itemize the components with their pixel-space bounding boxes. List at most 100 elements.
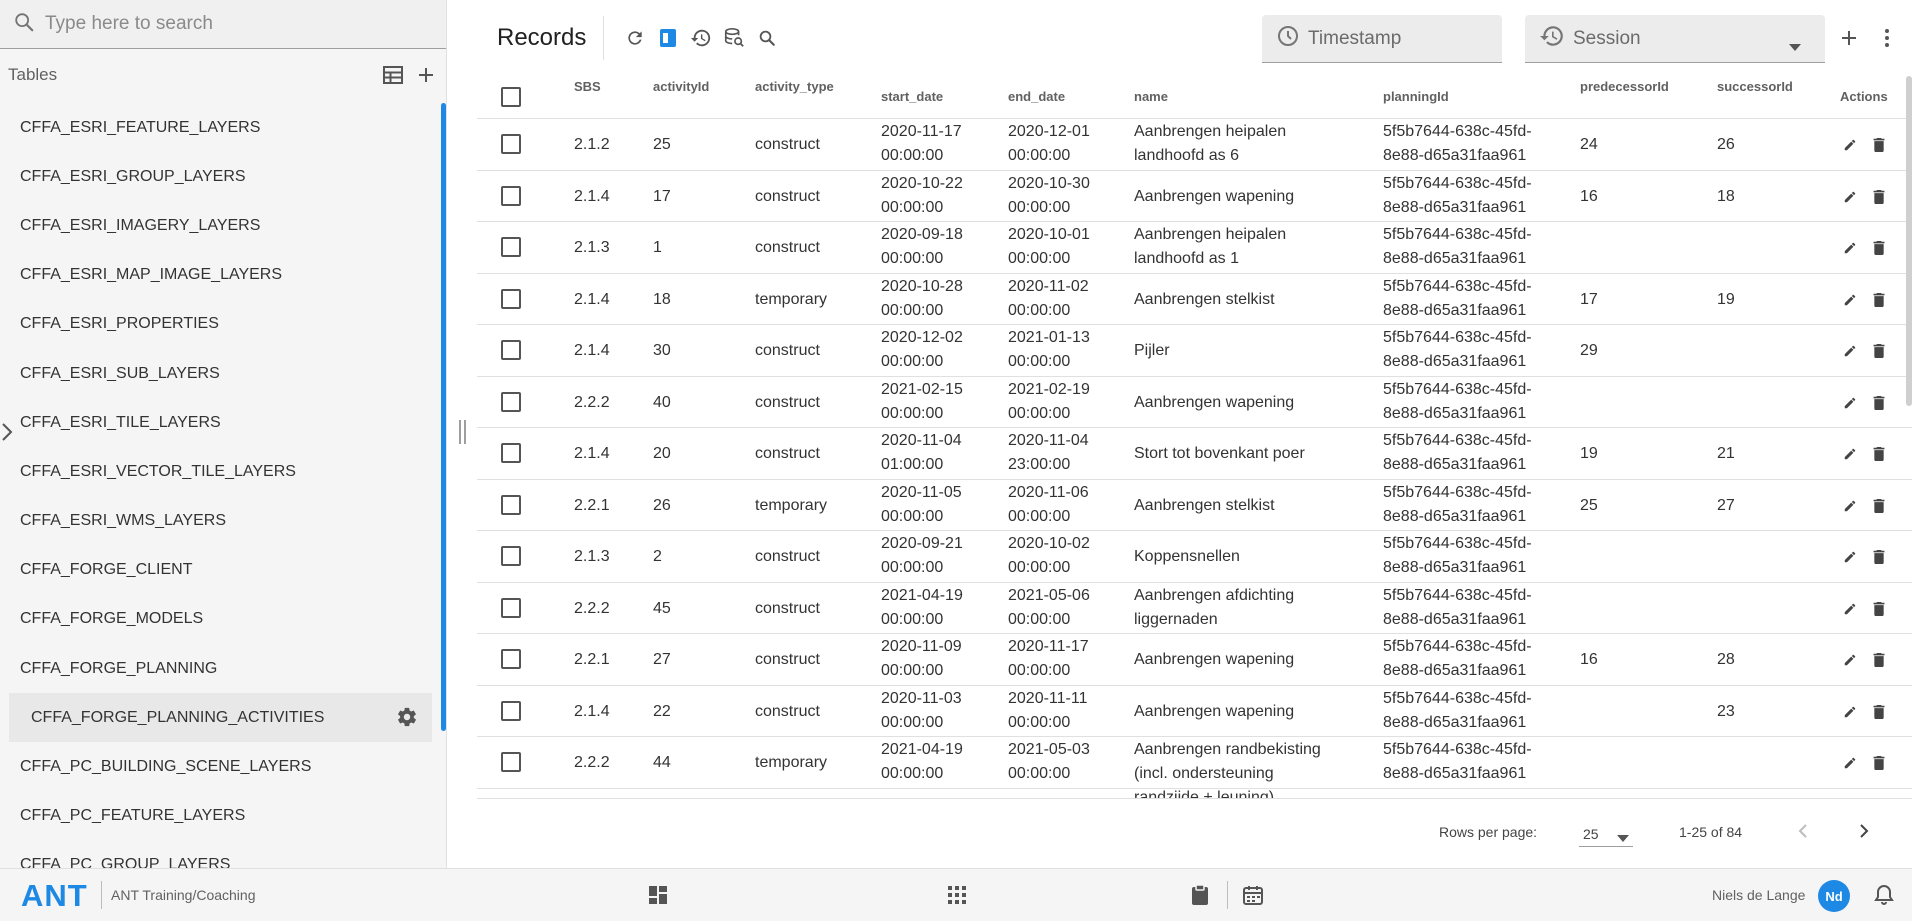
add-table-icon[interactable]: [414, 63, 438, 87]
edit-icon[interactable]: [1841, 651, 1859, 669]
edit-icon[interactable]: [1841, 342, 1859, 360]
search-bar[interactable]: [0, 0, 446, 49]
timestamp-field[interactable]: Timestamp: [1262, 15, 1502, 63]
table-view-icon[interactable]: [381, 63, 405, 87]
sidebar-item[interactable]: CFFA_ESRI_SUB_LAYERS: [0, 349, 440, 398]
row-checkbox[interactable]: [501, 597, 521, 618]
chevron-right-icon[interactable]: [0, 420, 14, 449]
edit-icon[interactable]: [1841, 291, 1859, 309]
select-all-checkbox[interactable]: [501, 87, 521, 107]
column-header[interactable]: end_date: [1008, 89, 1065, 104]
row-checkbox[interactable]: [501, 185, 521, 206]
clipboard-icon[interactable]: [1188, 883, 1212, 907]
delete-icon[interactable]: [1870, 651, 1888, 669]
delete-icon[interactable]: [1870, 342, 1888, 360]
panel-icon[interactable]: [656, 26, 680, 50]
column-header[interactable]: predecessorId: [1580, 79, 1669, 94]
delete-icon[interactable]: [1870, 600, 1888, 618]
panel-resize-handle[interactable]: [456, 420, 468, 446]
table-row[interactable]: 2.1.3 2 construct 2020-09-21 00:00:00 2020-10…: [477, 531, 1912, 583]
row-checkbox[interactable]: [501, 391, 521, 412]
edit-icon[interactable]: [1841, 600, 1859, 618]
table-row[interactable]: 2.2.2 45 construct 2021-04-19 00:00:00 2021-0…: [477, 583, 1912, 634]
app-logo[interactable]: ANT: [21, 878, 88, 914]
column-header[interactable]: planningId: [1383, 89, 1449, 104]
row-checkbox[interactable]: [501, 494, 521, 515]
row-checkbox[interactable]: [501, 288, 521, 309]
sidebar-item[interactable]: CFFA_FORGE_MODELS: [0, 595, 440, 644]
sidebar-scrollbar[interactable]: [441, 103, 446, 731]
edit-icon[interactable]: [1841, 754, 1859, 772]
column-header[interactable]: start_date: [881, 89, 943, 104]
bell-icon[interactable]: [1872, 883, 1896, 907]
table-row[interactable]: 2.1.3 1 construct 2020-09-18 00:00:00 2020-10…: [477, 222, 1912, 274]
column-header[interactable]: activity_type: [755, 79, 834, 94]
sidebar-item[interactable]: CFFA_ESRI_TILE_LAYERS: [0, 398, 440, 447]
edit-icon[interactable]: [1841, 394, 1859, 412]
table-row[interactable]: 2.2.2 44 temporary 2021-04-19 00:00:00 2021-0…: [477, 737, 1912, 798]
row-checkbox[interactable]: [501, 700, 521, 721]
edit-icon[interactable]: [1841, 188, 1859, 206]
row-checkbox[interactable]: [501, 546, 521, 566]
add-icon[interactable]: [1837, 26, 1861, 50]
search-icon[interactable]: [755, 26, 779, 50]
session-select[interactable]: Session: [1525, 15, 1825, 63]
avatar[interactable]: Nd: [1818, 880, 1850, 912]
sidebar-item-active[interactable]: CFFA_FORGE_PLANNING_ACTIVITIES: [9, 693, 432, 743]
organization-name[interactable]: ANT Training/Coaching: [111, 887, 255, 903]
column-header[interactable]: SBS: [574, 79, 601, 94]
column-header[interactable]: activityId: [653, 79, 709, 94]
calendar-icon[interactable]: [1241, 883, 1265, 907]
sidebar-item[interactable]: CFFA_ESRI_PROPERTIES: [0, 300, 440, 349]
edit-icon[interactable]: [1841, 445, 1859, 463]
table-row[interactable]: 2.1.2 25 construct 2020-11-17 00:00:00 2020-1…: [477, 119, 1912, 171]
sidebar-item[interactable]: CFFA_ESRI_WMS_LAYERS: [0, 497, 440, 546]
table-row[interactable]: 2.1.4 22 construct 2020-11-03 00:00:00 2020-1…: [477, 686, 1912, 737]
delete-icon[interactable]: [1870, 703, 1888, 721]
row-checkbox[interactable]: [501, 649, 521, 669]
rows-per-page-select[interactable]: 25: [1579, 821, 1633, 847]
table-row[interactable]: 2.1.4 17 construct 2020-10-22 00:00:00 2020-1…: [477, 171, 1912, 222]
refresh-icon[interactable]: [623, 26, 647, 50]
table-row[interactable]: 2.2.2 40 construct 2021-02-15 00:00:00 2021-0…: [477, 377, 1912, 428]
edit-icon[interactable]: [1841, 239, 1859, 257]
table-row[interactable]: 2.2.1 26 temporary 2020-11-05 00:00:00 2020-1…: [477, 480, 1912, 531]
table-row[interactable]: 2.1.4 18 temporary 2020-10-28 00:00:00 2020-1…: [477, 274, 1912, 325]
database-search-icon[interactable]: [722, 26, 746, 50]
sidebar-item[interactable]: CFFA_FORGE_PLANNING: [0, 644, 440, 693]
sidebar-item[interactable]: CFFA_ESRI_GROUP_LAYERS: [0, 152, 440, 201]
delete-icon[interactable]: [1870, 497, 1888, 515]
delete-icon[interactable]: [1870, 548, 1888, 566]
sidebar-item[interactable]: CFFA_ESRI_FEATURE_LAYERS: [0, 103, 440, 152]
search-input[interactable]: [45, 13, 425, 35]
delete-icon[interactable]: [1870, 291, 1888, 309]
table-row[interactable]: 2.2.1 27 construct 2020-11-09 00:00:00 2020-1…: [477, 634, 1912, 686]
gear-icon[interactable]: [396, 706, 418, 733]
edit-icon[interactable]: [1841, 497, 1859, 515]
more-vert-icon[interactable]: [1875, 26, 1899, 50]
delete-icon[interactable]: [1870, 188, 1888, 206]
sidebar-item[interactable]: CFFA_ESRI_VECTOR_TILE_LAYERS: [0, 447, 440, 496]
delete-icon[interactable]: [1870, 394, 1888, 412]
delete-icon[interactable]: [1870, 239, 1888, 257]
row-checkbox[interactable]: [501, 134, 521, 154]
edit-icon[interactable]: [1841, 136, 1859, 154]
prev-page-icon[interactable]: [1791, 819, 1815, 843]
column-header[interactable]: name: [1134, 89, 1168, 104]
table-row[interactable]: 2.1.4 20 construct 2020-11-04 01:00:00 2020-1…: [477, 428, 1912, 480]
sidebar-item[interactable]: CFFA_ESRI_IMAGERY_LAYERS: [0, 201, 440, 250]
next-page-icon[interactable]: [1852, 819, 1876, 843]
table-scrollbar[interactable]: [1906, 76, 1912, 406]
edit-icon[interactable]: [1841, 703, 1859, 721]
table-row[interactable]: 2.1.4 30 construct 2020-12-02 00:00:00 2021-0…: [477, 325, 1912, 377]
sidebar-item[interactable]: CFFA_PC_FEATURE_LAYERS: [0, 792, 440, 841]
sidebar-item[interactable]: CFFA_ESRI_MAP_IMAGE_LAYERS: [0, 251, 440, 300]
dashboard-icon[interactable]: [646, 883, 670, 907]
apps-grid-icon[interactable]: [945, 883, 969, 907]
sidebar-item[interactable]: CFFA_FORGE_CLIENT: [0, 546, 440, 595]
sidebar-item[interactable]: CFFA_PC_BUILDING_SCENE_LAYERS: [0, 742, 440, 791]
delete-icon[interactable]: [1870, 136, 1888, 154]
history-icon[interactable]: [689, 26, 713, 50]
delete-icon[interactable]: [1870, 445, 1888, 463]
edit-icon[interactable]: [1841, 548, 1859, 566]
